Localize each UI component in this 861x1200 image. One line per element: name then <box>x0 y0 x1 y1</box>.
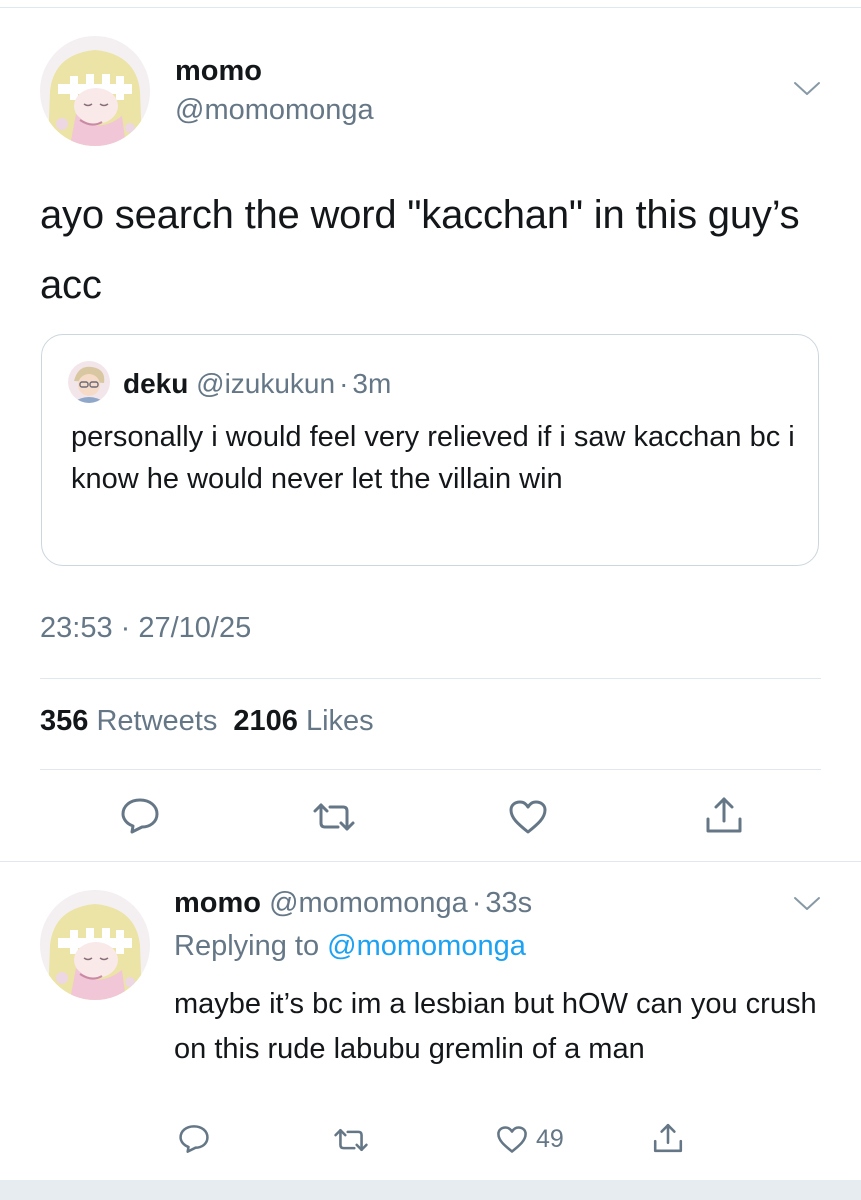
quote-time: 3m <box>352 368 392 399</box>
anime-girl-avatar-image <box>40 36 150 146</box>
retweet-button[interactable] <box>333 1127 369 1153</box>
tweet-text: ayo search the word "kacchan" in this gu… <box>40 193 800 307</box>
reply-header: momo @momomonga · 33s <box>174 882 532 924</box>
anime-girl-avatar-image <box>40 890 150 1000</box>
footer-band <box>0 1180 861 1200</box>
reply-text: maybe it’s bc im a lesbian but hOW can y… <box>174 988 817 1065</box>
author-avatar[interactable] <box>40 36 150 146</box>
author-handle[interactable]: @momomonga <box>175 94 374 127</box>
retweets-label[interactable]: Retweets <box>96 705 217 737</box>
quoted-tweet[interactable]: deku @izukukun · 3m personally i would fee… <box>41 334 819 566</box>
retweet-button[interactable] <box>312 801 356 833</box>
retweet-icon <box>334 1128 368 1152</box>
retweets-count[interactable]: 356 <box>40 705 88 737</box>
divider <box>40 769 821 770</box>
share-button[interactable] <box>704 795 744 835</box>
separator-dot: · <box>471 887 482 919</box>
separator-dot: · <box>339 368 349 399</box>
likes-count[interactable]: 2106 <box>233 705 298 737</box>
replying-to-handle[interactable]: @momomonga <box>327 930 526 962</box>
like-icon <box>497 1126 527 1153</box>
reply-button[interactable] <box>178 1124 210 1154</box>
share-icon <box>706 797 742 833</box>
like-icon <box>509 800 547 834</box>
replying-to-label: Replying to <box>174 930 320 962</box>
author-name[interactable]: momo <box>175 55 262 88</box>
share-button[interactable] <box>652 1122 684 1154</box>
reply-icon <box>179 1125 209 1153</box>
like-button[interactable]: 49 <box>496 1125 564 1154</box>
share-icon <box>653 1123 683 1153</box>
engagement-stats: 356 Retweets 2106 Likes <box>40 705 374 738</box>
replying-to: Replying to @momomonga <box>174 925 526 967</box>
reply-time: 33s <box>485 887 533 919</box>
reply-author-handle[interactable]: @momomonga <box>269 887 468 919</box>
retweet-icon <box>313 803 355 831</box>
section-divider <box>0 861 861 862</box>
chevron-down-icon[interactable] <box>793 895 821 918</box>
quote-author-handle[interactable]: @izukukun <box>196 368 335 399</box>
like-button[interactable] <box>508 799 548 835</box>
quote-text: personally i would feel very relieved if… <box>71 421 795 495</box>
reply-button[interactable] <box>120 797 160 835</box>
reply-icon <box>121 798 159 834</box>
quote-author-avatar[interactable] <box>68 361 110 403</box>
top-divider <box>0 7 861 8</box>
reply-author-name[interactable]: momo <box>174 887 261 919</box>
divider <box>40 678 821 679</box>
avatar-image <box>68 361 110 403</box>
quote-author-name[interactable]: deku <box>123 368 188 399</box>
reply-author-avatar[interactable] <box>40 890 150 1000</box>
tweet-timestamp[interactable]: 23:53 · 27/10/25 <box>40 612 251 645</box>
chevron-down-icon[interactable] <box>793 80 821 103</box>
like-count: 49 <box>536 1125 564 1153</box>
quote-header: deku @izukukun · 3m <box>123 367 391 401</box>
likes-label[interactable]: Likes <box>306 705 374 737</box>
